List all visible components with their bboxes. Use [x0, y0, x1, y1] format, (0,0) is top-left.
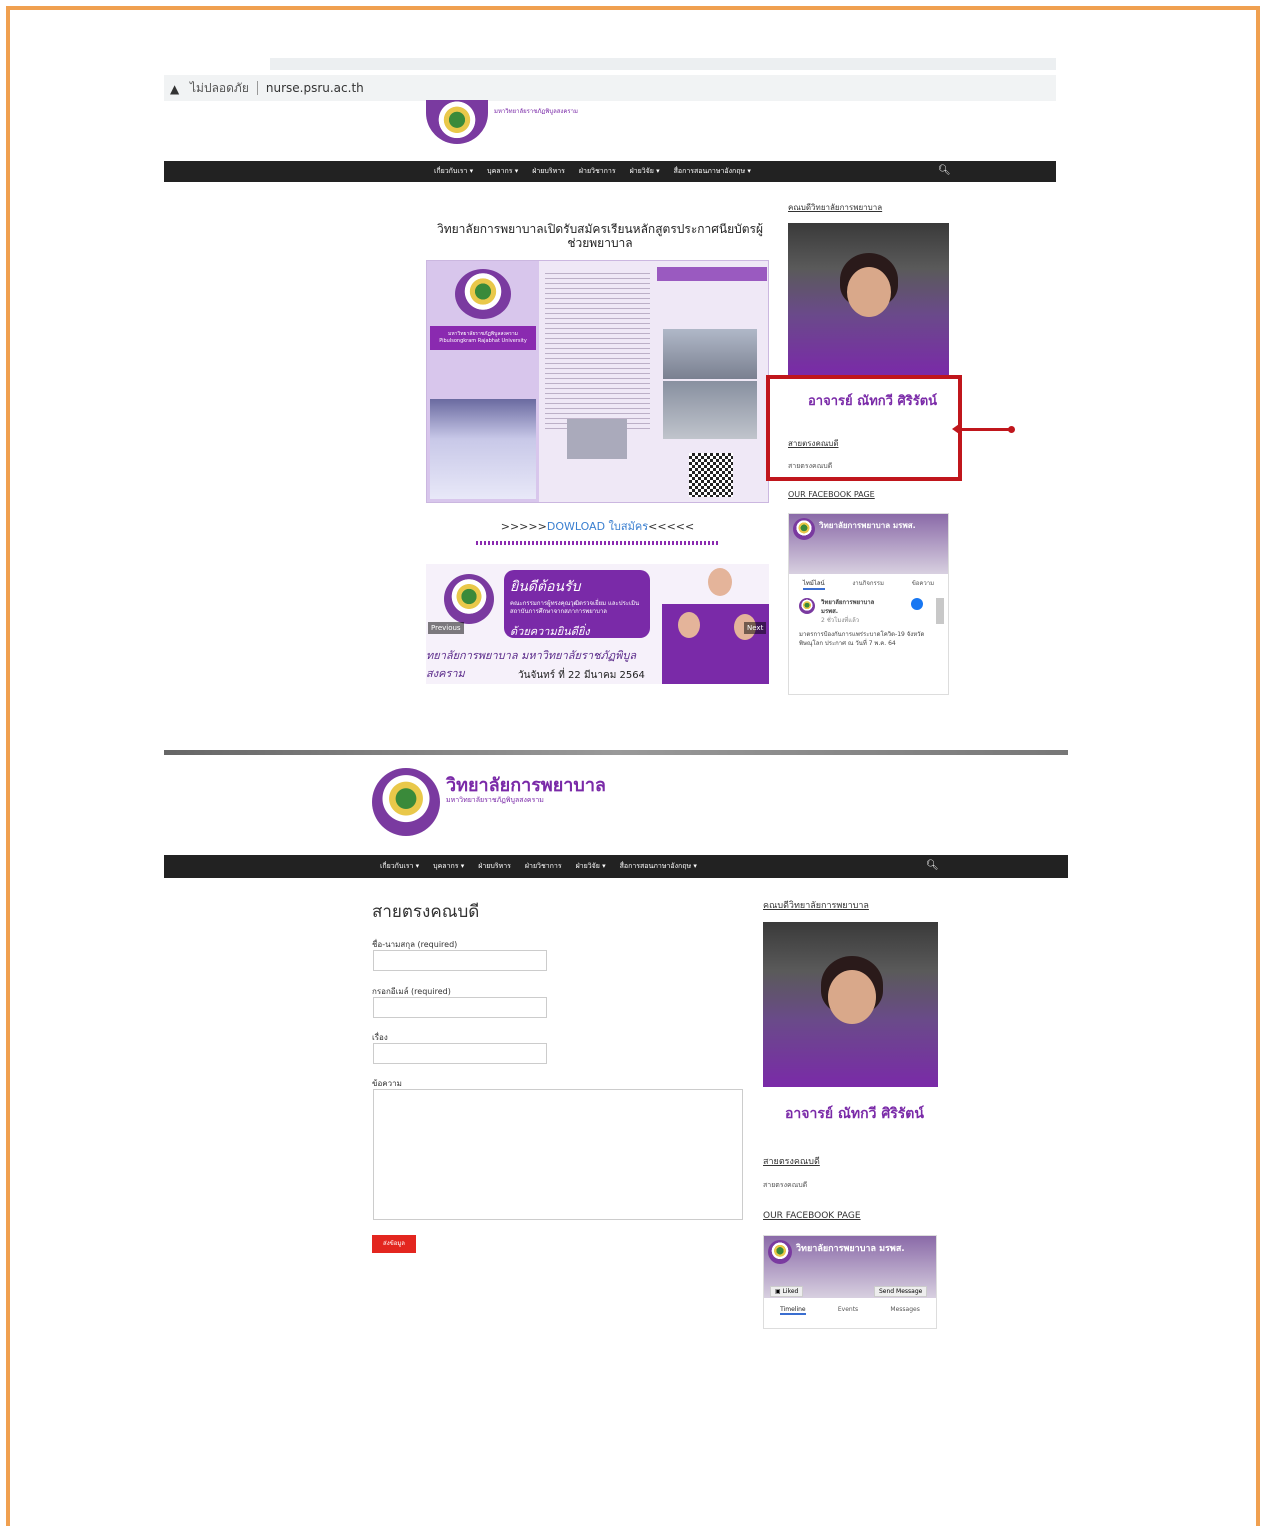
- nav-item-research[interactable]: ฝ่ายวิจัย ▾: [576, 861, 606, 872]
- poster-building-photo: [663, 329, 757, 379]
- fb-page-avatar: [768, 1240, 792, 1264]
- dean-heading[interactable]: คณบดีวิทยาลัยการพยาบาล: [763, 898, 869, 912]
- url-text[interactable]: nurse.psru.ac.th: [266, 81, 364, 95]
- slider-portrait-1: [708, 568, 732, 596]
- nav-item-about[interactable]: เกี่ยวกับเรา ▾: [434, 166, 473, 177]
- facebook-widget[interactable]: วิทยาลัยการพยาบาล มรพส. ▣ Liked Send Mes…: [763, 1235, 937, 1329]
- dean-portrait[interactable]: [763, 922, 938, 1087]
- fb-post-time: 2 ชั่วโมงที่แล้ว: [821, 617, 860, 624]
- submit-button[interactable]: ส่งข้อมูล: [372, 1235, 416, 1253]
- screenshot-divider: [164, 750, 1068, 755]
- dean-heading[interactable]: คณบดีวิทยาลัยการพยาบาล: [788, 201, 882, 214]
- fb-scrollbar[interactable]: [936, 598, 944, 624]
- poster-logo: [455, 269, 511, 319]
- logo-subtitle: มหาวิทยาลัยราชภัฏพิบูลสงคราม: [494, 108, 578, 115]
- fb-tab-timeline[interactable]: ไทม์ไลน์: [802, 578, 825, 590]
- nav-item-academic[interactable]: ฝ่ายวิชาการ: [579, 166, 616, 177]
- slider-right-panel: [662, 604, 769, 684]
- bottom-nav-bar: เกี่ยวกับเรา ▾ บุคลากร ▾ ฝ่ายบริหาร ฝ่าย…: [164, 855, 1068, 878]
- name-input[interactable]: [373, 950, 547, 971]
- security-label: ไม่ปลอดภัย: [190, 80, 249, 95]
- hotline-text[interactable]: สายตรงคณบดี: [763, 1180, 807, 1191]
- subject-input[interactable]: [373, 1043, 547, 1064]
- download-prefix: >>>>>: [500, 520, 547, 533]
- nav-item-research[interactable]: ฝ่ายวิจัย ▾: [630, 166, 660, 177]
- welcome-slider[interactable]: ยินดีต้อนรับ คณะกรรมการผู้ทรงคุณวุฒิตรวจ…: [426, 564, 769, 684]
- slider-prev-button[interactable]: Previous: [428, 622, 464, 634]
- nav-item-staff[interactable]: บุคลากร ▾: [433, 861, 464, 872]
- poster-banner: มหาวิทยาลัยราชภัฏพิบูลสงคราม Pibulsongkr…: [430, 326, 536, 350]
- fb-send-label: Send Message: [879, 1288, 923, 1295]
- poster-training-photo: [567, 419, 627, 459]
- nav-item-english[interactable]: สื่อการสอนภาษาอังกฤษ ▾: [674, 166, 751, 177]
- poster-contact-header: [657, 267, 767, 281]
- poster-text-column: [545, 269, 650, 429]
- dean-face: [828, 970, 876, 1024]
- slider-portrait-2: [678, 612, 700, 638]
- slider-tagline: ด้วยความยินดียิ่ง: [510, 625, 590, 638]
- slider-body: คณะกรรมการผู้ทรงคุณวุฒิตรวจเยี่ยม และประ…: [510, 600, 640, 615]
- fb-post-avatar: [799, 598, 815, 614]
- dotted-divider: [476, 541, 720, 545]
- poster-group-photo: [430, 399, 536, 499]
- fb-tab-timeline[interactable]: Timeline: [780, 1306, 806, 1315]
- fb-tab-events[interactable]: งานกิจกรรม: [852, 578, 884, 590]
- fb-tabs: ไทม์ไลน์ งานกิจกรรม ข้อความ: [789, 578, 948, 590]
- dean-portrait[interactable]: [788, 223, 949, 375]
- dean-name: อาจารย์ ณัทกวี ศิริรัตน์: [785, 1106, 924, 1122]
- poster-class-photo: [663, 381, 757, 439]
- nav-item-english[interactable]: สื่อการสอนภาษาอังกฤษ ▾: [620, 861, 697, 872]
- fb-tab-messages[interactable]: Messages: [890, 1306, 919, 1315]
- download-line: >>>>>DOWLOAD ใบสมัคร<<<<<: [426, 517, 769, 535]
- dean-face: [847, 267, 891, 317]
- search-icon[interactable]: 🔍︎: [926, 860, 939, 871]
- fb-page-avatar: [793, 518, 815, 540]
- slider-date: วันจันทร์ ที่ 22 มีนาคม 2564: [518, 670, 645, 681]
- bottom-college-logo[interactable]: [372, 768, 440, 836]
- nav-item-admin[interactable]: ฝ่ายบริหาร: [478, 861, 511, 872]
- admission-poster[interactable]: มหาวิทยาลัยราชภัฏพิบูลสงคราม Pibulsongkr…: [426, 260, 769, 503]
- fb-send-message-button[interactable]: Send Message: [874, 1286, 928, 1297]
- slider-next-button[interactable]: Next: [744, 622, 767, 634]
- address-bar[interactable]: ▲ ไม่ปลอดภัย nurse.psru.ac.th: [164, 75, 1056, 101]
- fb-tab-events[interactable]: Events: [838, 1306, 858, 1315]
- fb-logo-icon: [911, 598, 923, 610]
- nav-item-admin[interactable]: ฝ่ายบริหาร: [532, 166, 565, 177]
- nav-item-staff[interactable]: บุคลากร ▾: [487, 166, 518, 177]
- slider-headline: ยินดีต้อนรับ: [510, 579, 581, 595]
- fb-heading: OUR FACEBOOK PAGE: [788, 490, 875, 499]
- search-icon[interactable]: 🔍︎: [938, 165, 951, 176]
- fb-post-author[interactable]: วิทยาลัยการพยาบาล มรพส.: [821, 598, 893, 616]
- address-separator: [256, 81, 258, 95]
- fb-liked-label: Liked: [782, 1288, 799, 1295]
- nav-item-about[interactable]: เกี่ยวกับเรา ▾: [380, 861, 419, 872]
- browser-tab-strip[interactable]: [270, 58, 1056, 70]
- fb-page-name[interactable]: วิทยาลัยการพยาบาล มรพส.: [819, 519, 916, 532]
- slider-logo: [444, 574, 494, 624]
- warning-icon: ▲: [170, 82, 180, 96]
- fb-heading: OUR FACEBOOK PAGE: [763, 1211, 861, 1221]
- download-suffix: <<<<<: [648, 520, 695, 533]
- message-textarea[interactable]: [373, 1089, 743, 1220]
- poster-qr-code: [689, 453, 733, 497]
- post-title[interactable]: วิทยาลัยการพยาบาลเปิดรับสมัครเรียนหลักสู…: [430, 222, 770, 250]
- hotline-heading[interactable]: สายตรงคณบดี: [763, 1154, 820, 1168]
- form-title: สายตรงคณบดี: [372, 902, 480, 922]
- slider-welcome-panel: ยินดีต้อนรับ คณะกรรมการผู้ทรงคุณวุฒิตรวจ…: [504, 570, 650, 638]
- top-nav-bar: เกี่ยวกับเรา ▾ บุคลากร ▾ ฝ่ายบริหาร ฝ่าย…: [164, 161, 1056, 182]
- fb-tab-messages[interactable]: ข้อความ: [912, 578, 934, 590]
- highlight-arrow: [952, 422, 1015, 436]
- facebook-widget[interactable]: วิทยาลัยการพยาบาล มรพส. ไทม์ไลน์ งานกิจก…: [788, 513, 949, 695]
- download-link[interactable]: DOWLOAD ใบสมัคร: [547, 520, 648, 533]
- brand-subtitle: มหาวิทยาลัยราชภัฏพิบูลสงคราม: [446, 796, 544, 804]
- fb-post-text: มาตรการป้องกันการแพร่ระบาดโควิด-19 จังหว…: [799, 631, 925, 647]
- email-input[interactable]: [373, 997, 547, 1018]
- fb-page-name[interactable]: วิทยาลัยการพยาบาล มรพส.: [796, 1241, 905, 1255]
- nav-item-academic[interactable]: ฝ่ายวิชาการ: [525, 861, 562, 872]
- fb-tabs: Timeline Events Messages: [764, 1306, 936, 1315]
- fb-liked-button[interactable]: ▣ Liked: [770, 1286, 804, 1297]
- highlight-box: [766, 375, 962, 481]
